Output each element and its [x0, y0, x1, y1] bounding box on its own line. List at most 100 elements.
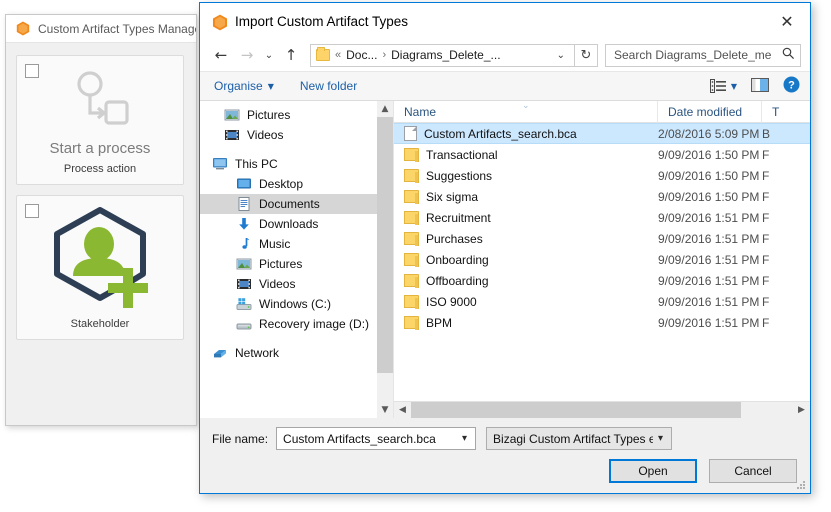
sidebar-item-videos[interactable]: Videos [200, 125, 393, 145]
file-name-cell: Suggestions [394, 169, 658, 183]
sidebar-item-label: Videos [247, 128, 284, 142]
sidebar-item-documents[interactable]: Documents [200, 194, 393, 214]
folder-icon [404, 274, 419, 288]
artifact-card-checkbox[interactable] [25, 204, 39, 218]
music-icon [236, 236, 252, 252]
organise-label: Organise [214, 79, 263, 93]
artifact-card-process-action[interactable]: Start a process Process action [16, 55, 184, 185]
artifact-card-checkbox[interactable] [25, 64, 39, 78]
bizagi-logo-icon [212, 14, 228, 30]
table-row[interactable]: Offboarding 9/09/2016 1:51 PM F [394, 270, 810, 291]
sidebar-item-this-pc[interactable]: This PC [200, 154, 393, 174]
drive-icon [236, 316, 252, 332]
sidebar-item-label: Windows (C:) [259, 297, 332, 311]
scroll-left-icon[interactable]: ◀ [394, 405, 411, 415]
chevron-down-icon[interactable]: ▾ [457, 433, 472, 444]
back-button[interactable]: ← [208, 42, 234, 68]
sidebar-item-music[interactable]: Music [200, 234, 393, 254]
file-name-input[interactable]: Custom Artifacts_search.bca ▾ [276, 427, 477, 450]
table-row[interactable]: BPM 9/09/2016 1:51 PM F [394, 312, 810, 333]
dialog-title: Import Custom Artifact Types [235, 13, 409, 29]
preview-pane-icon[interactable] [751, 77, 769, 95]
file-name-label: ISO 9000 [426, 294, 477, 309]
sidebar-item-desktop[interactable]: Desktop [200, 174, 393, 194]
artifact-card-stakeholder[interactable]: Stakeholder [16, 195, 184, 340]
resize-grip[interactable] [797, 481, 806, 490]
file-list-rows: Custom Artifacts_search.bca 2/08/2016 5:… [394, 123, 810, 401]
address-bar[interactable]: « Doc... › Diagrams_Delete_... ⌄ [310, 43, 575, 67]
recent-locations-button[interactable]: ⌄ [260, 42, 278, 68]
breadcrumb-overflow[interactable]: « [335, 49, 341, 61]
scroll-down-icon[interactable]: ▼ [377, 402, 393, 418]
table-row[interactable]: Custom Artifacts_search.bca 2/08/2016 5:… [394, 123, 810, 144]
sidebar-item-network[interactable]: Network [200, 343, 393, 363]
folder-icon [404, 169, 419, 183]
breadcrumb: « Doc... › Diagrams_Delete_... [335, 48, 501, 62]
open-button[interactable]: Open [609, 459, 697, 483]
network-icon [212, 345, 228, 361]
table-row[interactable]: Recruitment 9/09/2016 1:51 PM F [394, 207, 810, 228]
organise-button[interactable]: Organise ▼ [214, 79, 274, 93]
help-icon[interactable]: ? [783, 76, 800, 96]
search-input[interactable]: Search Diagrams_Delete_me [605, 43, 801, 67]
file-name-label: Purchases [426, 231, 483, 246]
up-button[interactable]: ↑ [278, 42, 304, 68]
folder-icon [404, 190, 419, 204]
file-name-cell: Transactional [394, 148, 658, 162]
file-type-select[interactable]: Bizagi Custom Artifact Types ex ▾ [486, 427, 673, 450]
sidebar-item-pictures[interactable]: Pictures [200, 105, 393, 125]
table-row[interactable]: Six sigma 9/09/2016 1:50 PM F [394, 186, 810, 207]
sidebar-item-label: Documents [259, 197, 320, 211]
sidebar-item-label: Pictures [247, 108, 291, 122]
scrollbar-thumb[interactable] [411, 401, 741, 419]
breadcrumb-item-current[interactable]: Diagrams_Delete_... [391, 48, 500, 62]
file-name-cell: Custom Artifacts_search.bca [394, 126, 658, 141]
file-type-value: Bizagi Custom Artifact Types ex [493, 431, 653, 446]
file-name-label: Offboarding [426, 273, 489, 288]
column-header-type[interactable]: T [762, 101, 802, 123]
folder-icon [404, 316, 419, 330]
sidebar-item-videos[interactable]: Videos [200, 274, 393, 294]
scrollbar-thumb[interactable] [377, 117, 393, 373]
documents-icon [236, 196, 252, 212]
breadcrumb-item-documents[interactable]: Doc... [346, 48, 377, 62]
table-row[interactable]: Suggestions 9/09/2016 1:50 PM F [394, 165, 810, 186]
sidebar-item-downloads[interactable]: Downloads [200, 214, 393, 234]
chevron-down-icon[interactable]: ⌄ [553, 50, 571, 61]
scrollbar-track[interactable] [411, 401, 793, 419]
sort-indicator-icon: ⌄ [522, 101, 530, 111]
forward-button[interactable]: → [234, 42, 260, 68]
sidebar-item-label: Desktop [259, 177, 304, 191]
file-list-horizontal-scrollbar[interactable]: ◀ ▶ [394, 401, 810, 419]
navigation-pane-scrollbar[interactable]: ▲ ▼ [377, 101, 393, 418]
column-header-date-modified[interactable]: Date modified [658, 100, 762, 123]
cancel-button[interactable]: Cancel [709, 459, 797, 483]
file-name-row: File name: Custom Artifacts_search.bca ▾… [212, 427, 798, 450]
sidebar-item-label: Recovery image (D:) [259, 317, 370, 331]
new-folder-button[interactable]: New folder [300, 79, 357, 93]
sidebar-item-recovery-image-d[interactable]: Recovery image (D:) [200, 314, 393, 334]
table-row[interactable]: Onboarding 9/09/2016 1:51 PM F [394, 249, 810, 270]
scroll-right-icon[interactable]: ▶ [793, 405, 810, 415]
file-name-label: Transactional [426, 147, 498, 162]
table-row[interactable]: ISO 9000 9/09/2016 1:51 PM F [394, 291, 810, 312]
file-date-cell: 9/09/2016 1:50 PM [658, 147, 760, 162]
table-row[interactable]: Transactional 9/09/2016 1:50 PM F [394, 144, 810, 165]
sidebar-item-pictures[interactable]: Pictures [200, 254, 393, 274]
folder-icon [404, 148, 419, 162]
file-date-cell: 9/09/2016 1:51 PM [658, 273, 760, 288]
sidebar-item-windows-c[interactable]: Windows (C:) [200, 294, 393, 314]
refresh-icon[interactable]: ↻ [575, 43, 598, 67]
scroll-up-icon[interactable]: ▲ [377, 101, 393, 117]
file-type-cell: F [762, 294, 770, 309]
list-view-icon[interactable]: ▼ [709, 79, 737, 93]
close-icon[interactable]: ✕ [764, 4, 810, 38]
file-name-label: Custom Artifacts_search.bca [424, 126, 577, 141]
sidebar-item-label: Network [235, 346, 280, 360]
table-row[interactable]: Purchases 9/09/2016 1:51 PM F [394, 228, 810, 249]
file-name-cell: Offboarding [394, 274, 658, 288]
background-window-titlebar: Custom Artifact Types Manage [6, 15, 196, 43]
chevron-down-icon[interactable]: ▾ [653, 433, 668, 444]
background-app-window: Custom Artifact Types Manage Start a pro… [5, 14, 197, 426]
file-list-header: Name Date modified T ⌄ [394, 100, 810, 123]
